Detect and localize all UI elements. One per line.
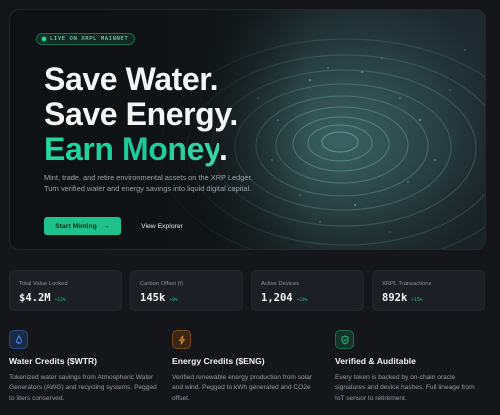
live-status-text: LIVE ON XRPL MAINNET bbox=[50, 36, 129, 42]
stat-label: Total Value Locked bbox=[19, 281, 68, 287]
stat-card-active-devices: Active Devices 1,204 +24% bbox=[251, 270, 364, 311]
feature-title: Energy Credits ($ENG) bbox=[172, 356, 265, 366]
stat-delta: +24% bbox=[296, 298, 308, 303]
hero-subtitle: Mint, trade, and retire environmental as… bbox=[44, 173, 253, 193]
headline-accent: Earn Money bbox=[44, 131, 220, 167]
headline-line-3: Earn Money. bbox=[44, 132, 238, 167]
feature-description: Tokenized water savings from Atmospheric… bbox=[9, 374, 157, 402]
hero-headline: Save Water. Save Energy. Earn Money. bbox=[44, 62, 238, 167]
stat-card-xrpl-transactions: XRPL Transactions 892k +15% bbox=[372, 270, 485, 311]
arrow-right-icon: → bbox=[102, 222, 110, 230]
shield-check-icon bbox=[335, 330, 354, 349]
view-explorer-label: View Explorer bbox=[141, 222, 183, 230]
feature-title: Water Credits ($WTR) bbox=[9, 356, 98, 366]
stat-value: 145k bbox=[140, 292, 166, 304]
headline-line-1: Save Water. bbox=[44, 61, 219, 97]
stat-value: $4.2M bbox=[19, 292, 51, 304]
stat-delta: +8% bbox=[169, 298, 178, 303]
feature-description: Every token is backed by on-chain oracle… bbox=[335, 374, 475, 402]
stat-value: 1,204 bbox=[261, 292, 293, 304]
stat-label: XRPL Transactions bbox=[382, 281, 432, 287]
stat-delta: +12% bbox=[54, 298, 66, 303]
lightning-bolt-icon bbox=[172, 330, 191, 349]
stat-value: 892k bbox=[382, 292, 408, 304]
hero-banner: LIVE ON XRPL MAINNET Save Water. Save En… bbox=[9, 9, 486, 250]
feature-title: Verified & Auditable bbox=[335, 356, 416, 366]
stat-label: Carbon Offset (t) bbox=[140, 281, 184, 287]
feature-water-credits: Water Credits ($WTR) Tokenized water sav… bbox=[9, 330, 159, 402]
start-minting-label: Start Minting bbox=[55, 222, 97, 230]
feature-verified-auditable: Verified & Auditable Every token is back… bbox=[335, 330, 485, 402]
stat-card-total-value-locked: Total Value Locked $4.2M +12% bbox=[9, 270, 122, 311]
headline-line-2: Save Energy. bbox=[44, 96, 238, 132]
view-explorer-button[interactable]: View Explorer bbox=[130, 217, 194, 235]
stat-card-carbon-offset: Carbon Offset (t) 145k +8% bbox=[130, 270, 243, 311]
start-minting-button[interactable]: Start Minting → bbox=[44, 217, 121, 235]
feature-energy-credits: Energy Credits ($ENG) Verified renewable… bbox=[172, 330, 322, 402]
water-drop-icon bbox=[9, 330, 28, 349]
stat-delta: +15% bbox=[411, 298, 423, 303]
stat-label: Active Devices bbox=[261, 281, 300, 287]
live-status-badge: LIVE ON XRPL MAINNET bbox=[36, 33, 136, 45]
headline-period: . bbox=[219, 131, 228, 167]
feature-description: Verified renewable energy production fro… bbox=[172, 374, 313, 402]
live-indicator-icon bbox=[42, 37, 46, 41]
